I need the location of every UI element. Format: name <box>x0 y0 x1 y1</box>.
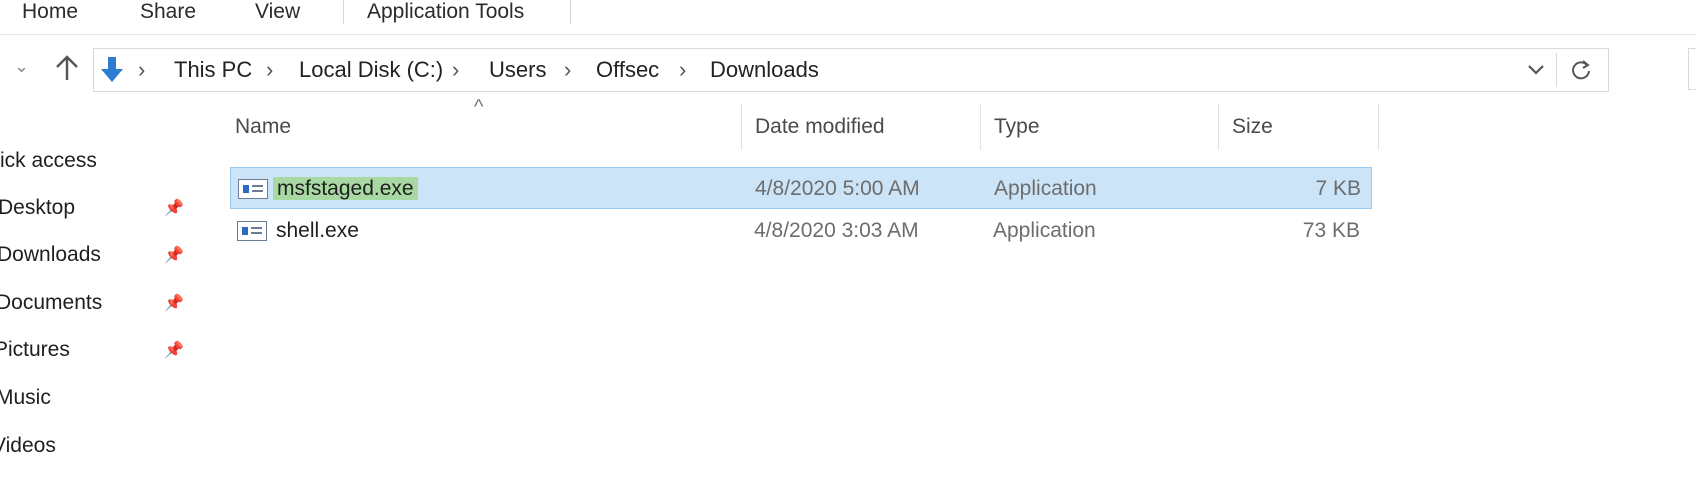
ribbon: Home Share View Application Tools <box>0 0 1696 35</box>
chevron-right-icon[interactable]: › <box>564 49 571 91</box>
chevron-right-icon[interactable]: › <box>266 49 273 91</box>
column-header-date-modified[interactable]: Date modified <box>755 104 885 150</box>
refresh-icon[interactable] <box>1569 58 1593 87</box>
column-divider[interactable] <box>741 104 742 150</box>
breadcrumb-local-disk[interactable]: Local Disk (C:) <box>299 49 443 91</box>
file-name-rename-field[interactable]: msfstaged.exe <box>273 168 418 210</box>
chevron-right-icon[interactable]: › <box>679 49 686 91</box>
up-arrow-icon[interactable] <box>54 54 80 87</box>
breadcrumb-this-pc[interactable]: This PC <box>174 49 252 91</box>
pin-icon: 📌 <box>164 200 184 217</box>
sidebar-item-music[interactable]: Music <box>0 383 51 413</box>
chevron-right-icon[interactable]: › <box>452 49 459 91</box>
sort-ascending-icon: ^ <box>474 96 484 118</box>
dropdown-chevron-icon[interactable] <box>1526 61 1546 84</box>
breadcrumb-offsec[interactable]: Offsec <box>596 49 659 91</box>
search-box-edge[interactable] <box>1688 48 1696 90</box>
file-name[interactable]: shell.exe <box>276 210 359 252</box>
file-type: Application <box>993 219 1096 242</box>
breadcrumb-downloads[interactable]: Downloads <box>710 49 819 91</box>
breadcrumb-users[interactable]: Users <box>489 49 546 91</box>
sidebar-item-pictures[interactable]: Pictures <box>0 335 70 365</box>
file-name[interactable]: msfstaged.exe <box>273 177 418 200</box>
tab-home[interactable]: Home <box>22 0 78 26</box>
chevron-right-icon[interactable]: › <box>138 49 145 91</box>
tab-share[interactable]: Share <box>140 0 196 26</box>
column-header-size[interactable]: Size <box>1232 104 1273 150</box>
file-type: Application <box>994 177 1097 200</box>
column-divider[interactable] <box>980 104 981 150</box>
column-divider[interactable] <box>1378 104 1379 150</box>
download-arrow-icon <box>98 55 126 90</box>
column-header-name[interactable]: Name <box>235 104 291 150</box>
address-divider <box>1556 53 1557 87</box>
file-date: 4/8/2020 3:03 AM <box>754 219 919 242</box>
pin-icon: 📌 <box>164 247 184 264</box>
file-row-shell[interactable]: shell.exe 4/8/2020 3:03 AM Application 7… <box>230 210 1372 252</box>
sidebar-item-quick-access[interactable]: ick access <box>0 146 97 176</box>
sidebar-item-downloads[interactable]: Downloads <box>0 240 101 270</box>
recent-locations-chevron-icon[interactable]: ⌄ <box>14 56 29 77</box>
sidebar-item-documents[interactable]: Documents <box>0 288 102 318</box>
file-size: 73 KB <box>1302 219 1360 242</box>
ribbon-divider <box>343 0 344 24</box>
address-bar[interactable]: › This PC › Local Disk (C:) › Users › Of… <box>93 48 1609 92</box>
file-size: 7 KB <box>1315 177 1361 200</box>
column-header-type[interactable]: Type <box>994 104 1040 150</box>
executable-icon <box>237 221 267 241</box>
ribbon-divider <box>570 0 571 24</box>
column-divider[interactable] <box>1218 104 1219 150</box>
executable-icon <box>238 179 268 199</box>
pin-icon: 📌 <box>164 295 184 312</box>
tab-application-tools[interactable]: Application Tools <box>367 0 524 26</box>
file-row-msfstaged[interactable]: msfstaged.exe 4/8/2020 5:00 AM Applicati… <box>230 167 1372 209</box>
tab-view[interactable]: View <box>255 0 300 26</box>
sidebar-item-videos[interactable]: Videos <box>0 431 56 461</box>
sidebar-item-desktop[interactable]: Desktop <box>0 193 75 223</box>
file-date: 4/8/2020 5:00 AM <box>755 177 920 200</box>
pin-icon: 📌 <box>164 342 184 359</box>
